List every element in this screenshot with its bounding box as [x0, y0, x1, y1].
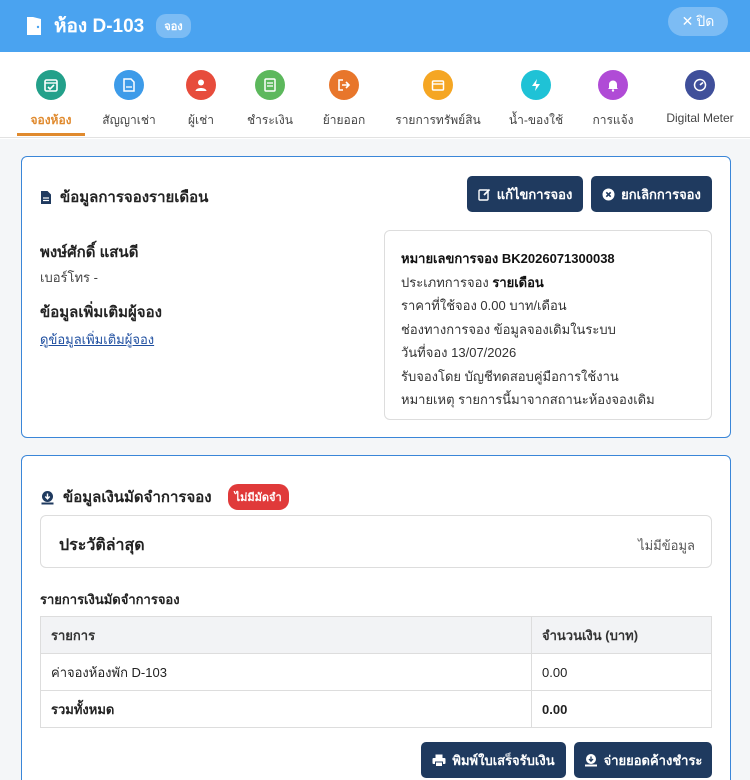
download-money-icon [41, 490, 54, 504]
table-header-row: รายการ จำนวนเงิน (บาท) [40, 616, 712, 654]
column-item: รายการ [40, 616, 532, 654]
booking-price: ราคาที่ใช้จอง 0.00 บาท/เดือน [401, 298, 567, 313]
close-label: ปิด [696, 12, 715, 29]
tab-label: ย้ายออก [322, 113, 366, 127]
print-receipt-label: พิมพ์ใบเสร็จรับเงิน [452, 752, 555, 768]
tab-label: Digital Meter [666, 111, 734, 125]
room-title: ห้อง D-103 [54, 16, 145, 37]
tab-contract[interactable]: สัญญาเช่า [98, 70, 160, 130]
column-amount: จำนวนเงิน (บาท) [531, 616, 712, 654]
print-receipt-button[interactable]: พิมพ์ใบเสร็จรับเงิน [421, 742, 566, 778]
edit-booking-label: แก้ไขการจอง [496, 186, 573, 202]
tab-label: การแจ้ง [592, 113, 634, 127]
deposit-table: รายการ จำนวนเงิน (บาท) ค่าจองห้องพัก D-1… [40, 616, 712, 728]
bolt-icon [521, 70, 551, 100]
extra-info-title: ข้อมูลเพิ่มเติมผู้จอง [40, 304, 162, 321]
contract-icon [114, 70, 144, 100]
booking-card-title: ข้อมูลการจองรายเดือน [40, 185, 208, 209]
content-area: ข้อมูลการจองรายเดือน แก้ไขการจอง ยกเลิกก… [0, 139, 750, 780]
tab-booking[interactable]: จองห้อง [17, 70, 85, 130]
booked-by: รับจองโดย บัญชีทดสอบคู่มือการใช้งาน [401, 368, 619, 384]
total-amount: 0.00 [531, 690, 712, 728]
close-button[interactable]: ✕ ปิด [668, 7, 728, 36]
deposit-title-text: ข้อมูลเงินมัดจำการจอง [63, 489, 212, 506]
deposit-list-title: รายการเงินมัดจำการจอง [40, 592, 180, 607]
cancel-booking-label: ยกเลิกการจอง [621, 186, 701, 202]
invoice-icon [255, 70, 285, 100]
door-icon [27, 17, 41, 35]
calendar-check-icon [36, 70, 66, 100]
table-total-row: รวมทั้งหมด 0.00 [40, 690, 712, 728]
table-row: ค่าจองห้องพัก D-103 0.00 [40, 653, 712, 691]
room-status-badge: จอง [156, 14, 191, 38]
history-empty-text: ไม่มีข้อมูล [638, 538, 695, 553]
move-out-icon [329, 70, 359, 100]
pay-outstanding-label: จ่ายยอดค้างชำระ [603, 752, 703, 768]
tab-label: รายการทรัพย์สิน [395, 113, 481, 127]
tab-bar: จองห้อง สัญญาเช่า ผู้เช่า ชำระเงิน ย้ายอ… [0, 60, 750, 138]
history-title: ประวัติล่าสุด [59, 537, 145, 554]
meter-icon [685, 70, 715, 100]
printer-icon [432, 754, 446, 767]
tab-payment[interactable]: ชำระเงิน [244, 70, 296, 130]
box-icon [423, 70, 453, 100]
booking-details-box: หมายเลขการจอง BK2026071300038 ประเภทการจ… [384, 230, 712, 420]
document-icon [41, 190, 51, 204]
booking-number: หมายเลขการจอง BK2026071300038 [401, 251, 615, 266]
close-icon: ✕ [681, 13, 694, 29]
booker-phone: เบอร์โทร - [40, 270, 98, 285]
tab-label: สัญญาเช่า [102, 113, 156, 127]
cancel-circle-icon [602, 188, 615, 200]
booker-name: พงษ์ศักดิ์ แสนดี [40, 244, 139, 261]
no-deposit-badge: ไม่มีมัดจำ [227, 484, 289, 510]
cancel-booking-button[interactable]: ยกเลิกการจอง [591, 176, 712, 212]
pay-icon [584, 754, 597, 767]
booking-note: หมายเหตุ รายการนี้มาจากสถานะห้องจองเดิม [401, 392, 655, 407]
tab-utilities[interactable]: น้ำ-ของใช้ [508, 70, 564, 130]
active-tab-indicator [17, 133, 85, 136]
tab-label: น้ำ-ของใช้ [508, 113, 564, 127]
tab-tenant[interactable]: ผู้เช่า [178, 70, 224, 130]
modal-header: ห้อง D-103 จอง ✕ ปิด [0, 0, 750, 52]
deposit-card-title: ข้อมูลเงินมัดจำการจอง ไม่มีมัดจำ [40, 484, 289, 510]
tab-notifications[interactable]: การแจ้ง [591, 70, 635, 130]
booking-type: ประเภทการจอง รายเดือน [401, 274, 544, 290]
booking-date: วันที่จอง 13/07/2026 [401, 345, 517, 360]
row-item: ค่าจองห้องพัก D-103 [40, 653, 532, 691]
row-amount: 0.00 [531, 653, 712, 691]
tab-assets[interactable]: รายการทรัพย์สิน [395, 70, 481, 130]
tab-label: ชำระเงิน [247, 113, 293, 127]
pay-outstanding-button[interactable]: จ่ายยอดค้างชำระ [574, 742, 712, 778]
total-label: รวมทั้งหมด [40, 690, 532, 728]
tab-move-out[interactable]: ย้ายออก [318, 70, 370, 130]
edit-icon [477, 188, 490, 201]
bell-icon [598, 70, 628, 100]
booking-info-card: ข้อมูลการจองรายเดือน แก้ไขการจอง ยกเลิกก… [21, 156, 731, 438]
deposit-info-card: ข้อมูลเงินมัดจำการจอง ไม่มีมัดจำ ประวัติ… [21, 455, 731, 780]
latest-history-box: ประวัติล่าสุด ไม่มีข้อมูล [40, 515, 712, 568]
user-icon [186, 70, 216, 100]
view-extra-info-link[interactable]: ดูข้อมูลเพิ่มเติมผู้จอง [40, 329, 154, 350]
tab-digital-meter[interactable]: Digital Meter [662, 70, 738, 125]
edit-booking-button[interactable]: แก้ไขการจอง [467, 176, 583, 212]
booking-channel: ช่องทางการจอง ข้อมูลจองเดิมในระบบ [401, 321, 616, 337]
booking-title-text: ข้อมูลการจองรายเดือน [60, 189, 209, 206]
tab-label: จองห้อง [30, 113, 72, 127]
tab-label: ผู้เช่า [187, 113, 214, 127]
